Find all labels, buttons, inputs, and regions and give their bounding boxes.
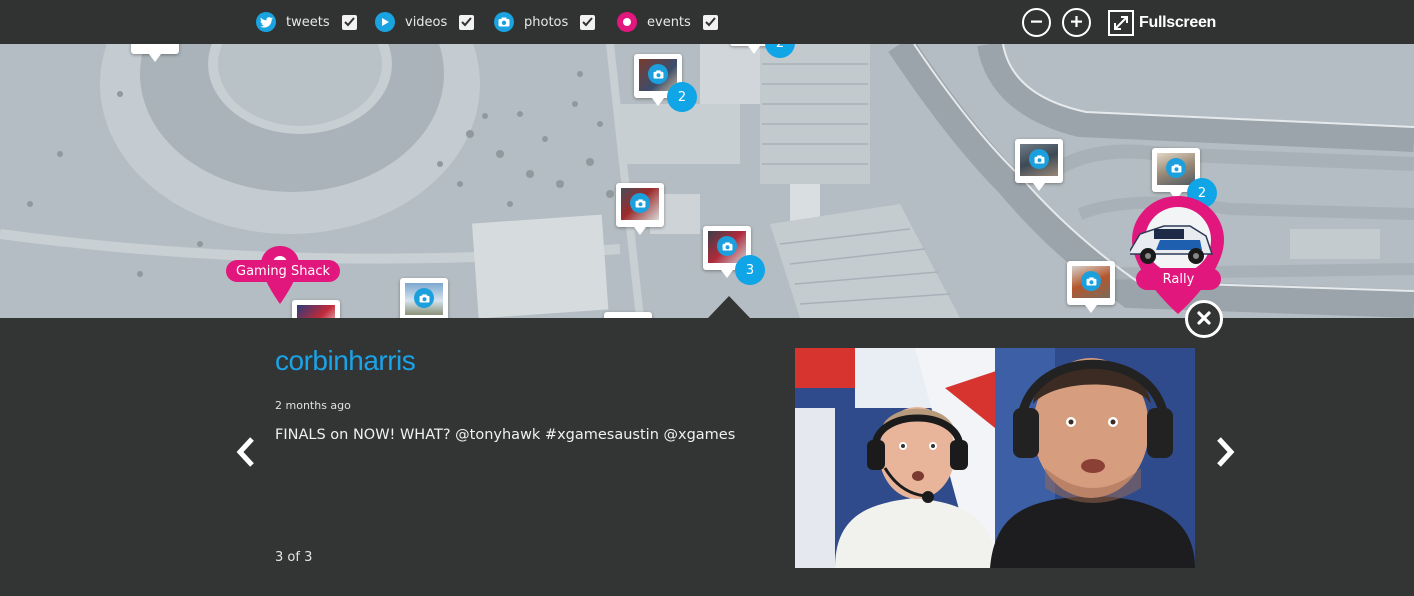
- map-view[interactable]: 2 2 2 3 Gaming Shack: [0, 44, 1414, 318]
- photo-pin[interactable]: [616, 183, 664, 235]
- post-pager: 3 of 3: [275, 550, 313, 565]
- play-icon: [375, 12, 395, 32]
- post-photo[interactable]: [795, 348, 1195, 568]
- zoom-in-button[interactable]: [1062, 8, 1091, 37]
- event-dot-icon: [617, 12, 637, 32]
- checkbox-events[interactable]: [702, 14, 718, 30]
- zoom-out-button[interactable]: [1022, 8, 1051, 37]
- event-label-gaming-shack[interactable]: Gaming Shack: [226, 260, 341, 282]
- close-icon: [1197, 310, 1211, 329]
- filter-tweets[interactable]: tweets: [256, 11, 357, 33]
- expand-icon: [1108, 9, 1134, 36]
- photo-thumbnail: [297, 305, 335, 318]
- camera-icon: [414, 288, 434, 308]
- panel-pointer: [708, 296, 750, 318]
- filter-videos[interactable]: videos: [375, 11, 475, 33]
- cluster-count[interactable]: 2: [667, 82, 697, 112]
- close-button[interactable]: [1185, 300, 1223, 338]
- camera-icon: [494, 12, 514, 32]
- filter-label: tweets: [286, 14, 330, 30]
- top-bar: tweets videos photos events Fullscreen: [0, 0, 1414, 44]
- camera-icon: [630, 193, 650, 213]
- next-button[interactable]: [1212, 437, 1238, 471]
- chevron-right-icon: [1214, 436, 1236, 472]
- camera-icon: [1029, 149, 1049, 169]
- camera-icon: [648, 64, 668, 84]
- camera-icon: [717, 236, 737, 256]
- photo-pin[interactable]: [400, 278, 448, 318]
- checkbox-photos[interactable]: [580, 14, 596, 30]
- plus-icon: [1070, 13, 1083, 32]
- post-username[interactable]: corbinharris: [275, 345, 416, 377]
- post-message: FINALS on NOW! WHAT? @tonyhawk #xgamesau…: [275, 427, 736, 443]
- cluster-count[interactable]: 3: [735, 255, 765, 285]
- map-pin[interactable]: [131, 44, 179, 62]
- photo-pin[interactable]: [1067, 261, 1115, 313]
- previous-button[interactable]: [233, 437, 259, 471]
- event-label-rally[interactable]: Rally: [1136, 268, 1221, 290]
- event-marker-rally[interactable]: [1130, 194, 1226, 316]
- checkbox-tweets[interactable]: [341, 14, 357, 30]
- post-timestamp: 2 months ago: [275, 399, 351, 412]
- camera-icon: [1166, 158, 1186, 178]
- filter-label: videos: [405, 14, 448, 30]
- chevron-left-icon: [235, 436, 257, 472]
- selfie-photo-image: [795, 348, 1195, 568]
- post-detail-panel: [0, 318, 1414, 596]
- filter-photos[interactable]: photos: [494, 11, 596, 33]
- photo-pin[interactable]: [1015, 139, 1063, 191]
- camera-icon: [1081, 271, 1101, 291]
- checkbox-videos[interactable]: [459, 14, 475, 30]
- fullscreen-label: Fullscreen: [1139, 13, 1217, 31]
- filter-label: events: [647, 14, 691, 30]
- minus-icon: [1030, 13, 1043, 32]
- filter-label: photos: [524, 14, 569, 30]
- fullscreen-button[interactable]: Fullscreen: [1108, 8, 1216, 37]
- twitter-bird-icon: [256, 12, 276, 32]
- filter-events[interactable]: events: [617, 11, 718, 33]
